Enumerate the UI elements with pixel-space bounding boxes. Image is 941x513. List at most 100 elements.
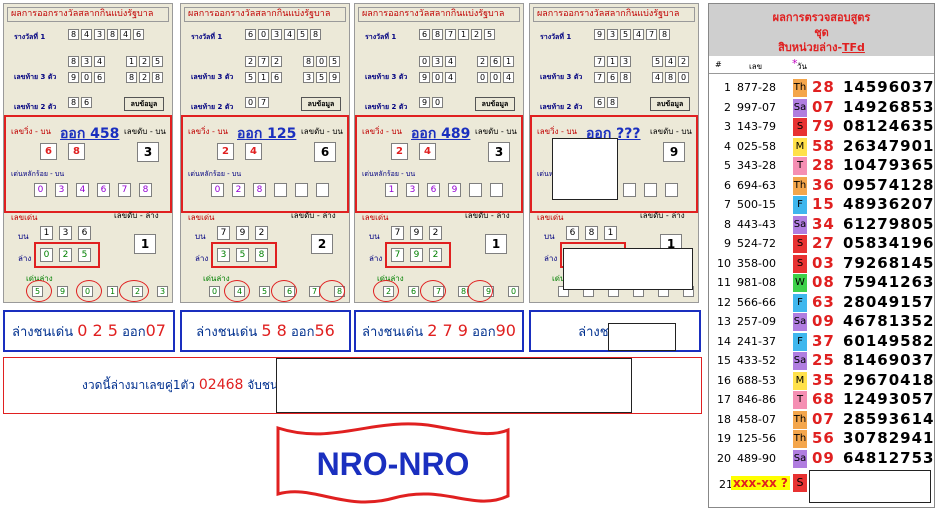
back3-digit[interactable]: 0 bbox=[477, 72, 488, 83]
first-prize-digit[interactable]: 6 bbox=[245, 29, 256, 40]
back2-digit[interactable]: 8 bbox=[607, 97, 618, 108]
lead-up-digit[interactable]: 7 bbox=[217, 226, 230, 240]
back3-digit[interactable]: 0 bbox=[316, 56, 327, 67]
run-top-digit[interactable]: 4 bbox=[419, 143, 436, 160]
sit-top-digit[interactable]: 3 bbox=[488, 142, 510, 162]
back3-digit[interactable]: 1 bbox=[126, 56, 137, 67]
sit-top-digit[interactable]: 3 bbox=[137, 142, 159, 162]
back3-digit[interactable]: 5 bbox=[652, 56, 663, 67]
run-top-digit[interactable]: 6 bbox=[40, 143, 57, 160]
hundreds-digit[interactable] bbox=[644, 183, 657, 197]
clear-data-button[interactable]: ลบข้อมูล bbox=[475, 97, 515, 111]
back3-digit[interactable]: 8 bbox=[620, 72, 631, 83]
lead-up-digit[interactable]: 7 bbox=[391, 226, 404, 240]
back3-digit[interactable]: 8 bbox=[303, 56, 314, 67]
back3-digit[interactable]: 9 bbox=[329, 72, 340, 83]
back3-digit[interactable]: 8 bbox=[126, 72, 137, 83]
lead-low2-digit[interactable]: 0 bbox=[508, 286, 519, 297]
first-prize-digit[interactable]: 7 bbox=[445, 29, 456, 40]
back3-digit[interactable]: 3 bbox=[432, 56, 443, 67]
first-prize-digit[interactable]: 3 bbox=[94, 29, 105, 40]
back3-digit[interactable]: 0 bbox=[432, 72, 443, 83]
first-prize-digit[interactable]: 1 bbox=[458, 29, 469, 40]
back3-digit[interactable]: 7 bbox=[258, 56, 269, 67]
hundreds-digit[interactable]: 2 bbox=[232, 183, 245, 197]
back3-digit[interactable]: 2 bbox=[245, 56, 256, 67]
hundreds-digit[interactable] bbox=[623, 183, 636, 197]
back3-digit[interactable]: 2 bbox=[139, 72, 150, 83]
first-prize-digit[interactable]: 5 bbox=[620, 29, 631, 40]
back2-digit[interactable]: 0 bbox=[245, 97, 256, 108]
lead-up-digit[interactable]: 8 bbox=[585, 226, 598, 240]
back3-digit[interactable]: 2 bbox=[271, 56, 282, 67]
sit-top-digit[interactable]: 6 bbox=[314, 142, 336, 162]
back3-digit[interactable]: 9 bbox=[68, 72, 79, 83]
clear-data-button[interactable]: ลบข้อมูล bbox=[650, 97, 690, 111]
back3-digit[interactable]: 4 bbox=[445, 56, 456, 67]
first-prize-digit[interactable]: 8 bbox=[68, 29, 79, 40]
back3-digit[interactable]: 1 bbox=[258, 72, 269, 83]
first-prize-digit[interactable]: 2 bbox=[471, 29, 482, 40]
back3-digit[interactable]: 0 bbox=[419, 56, 430, 67]
clear-data-button[interactable]: ลบข้อมูล bbox=[124, 97, 164, 111]
back2-digit[interactable]: 6 bbox=[81, 97, 92, 108]
first-prize-digit[interactable]: 5 bbox=[484, 29, 495, 40]
back3-digit[interactable]: 7 bbox=[594, 72, 605, 83]
first-prize-digit[interactable]: 8 bbox=[107, 29, 118, 40]
run-top-digit[interactable]: 8 bbox=[68, 143, 85, 160]
lead-up-digit[interactable]: 2 bbox=[429, 226, 442, 240]
back3-digit[interactable]: 4 bbox=[503, 72, 514, 83]
clear-data-button[interactable]: ลบข้อมูล bbox=[301, 97, 341, 111]
back3-digit[interactable]: 3 bbox=[303, 72, 314, 83]
back2-digit[interactable]: 6 bbox=[594, 97, 605, 108]
lead-up-digit[interactable]: 6 bbox=[566, 226, 579, 240]
first-prize-digit[interactable]: 8 bbox=[310, 29, 321, 40]
back3-digit[interactable]: 7 bbox=[594, 56, 605, 67]
lead-low2-digit[interactable]: 3 bbox=[157, 286, 168, 297]
back3-digit[interactable]: 4 bbox=[445, 72, 456, 83]
hundreds-digit[interactable] bbox=[316, 183, 329, 197]
sit-low-digit[interactable]: 1 bbox=[134, 234, 156, 254]
hundreds-digit[interactable]: 0 bbox=[34, 183, 47, 197]
first-prize-digit[interactable]: 8 bbox=[659, 29, 670, 40]
hundreds-digit[interactable]: 3 bbox=[406, 183, 419, 197]
hundreds-digit[interactable] bbox=[665, 183, 678, 197]
back3-digit[interactable]: 8 bbox=[68, 56, 79, 67]
back3-digit[interactable]: 0 bbox=[81, 72, 92, 83]
lead-low2-digit[interactable]: 0 bbox=[209, 286, 220, 297]
back3-digit[interactable]: 6 bbox=[490, 56, 501, 67]
hundreds-digit[interactable]: 6 bbox=[97, 183, 110, 197]
back3-digit[interactable]: 5 bbox=[152, 56, 163, 67]
back3-digit[interactable]: 9 bbox=[419, 72, 430, 83]
back3-digit[interactable]: 3 bbox=[81, 56, 92, 67]
lead-low2-digit[interactable]: 6 bbox=[408, 286, 419, 297]
back3-digit[interactable]: 5 bbox=[329, 56, 340, 67]
lead-up-digit[interactable]: 1 bbox=[604, 226, 617, 240]
lead-up-digit[interactable]: 6 bbox=[78, 226, 91, 240]
first-prize-digit[interactable]: 4 bbox=[120, 29, 131, 40]
back3-digit[interactable]: 5 bbox=[245, 72, 256, 83]
lead-low2-digit[interactable]: 5 bbox=[259, 286, 270, 297]
back3-digit[interactable]: 6 bbox=[271, 72, 282, 83]
lead-low2-digit[interactable]: 9 bbox=[57, 286, 68, 297]
hundreds-digit[interactable]: 1 bbox=[385, 183, 398, 197]
hundreds-digit[interactable] bbox=[274, 183, 287, 197]
hundreds-digit[interactable]: 7 bbox=[118, 183, 131, 197]
lead-up-digit[interactable]: 9 bbox=[410, 226, 423, 240]
sit-top-digit[interactable]: 9 bbox=[663, 142, 685, 162]
first-prize-digit[interactable]: 5 bbox=[297, 29, 308, 40]
hundreds-digit[interactable]: 3 bbox=[55, 183, 68, 197]
back3-digit[interactable]: 2 bbox=[477, 56, 488, 67]
run-top-digit[interactable]: 2 bbox=[217, 143, 234, 160]
back3-digit[interactable]: 0 bbox=[678, 72, 689, 83]
hundreds-digit[interactable]: 9 bbox=[448, 183, 461, 197]
hundreds-digit[interactable]: 4 bbox=[76, 183, 89, 197]
lead-low2-digit[interactable]: 1 bbox=[107, 286, 118, 297]
back3-digit[interactable]: 4 bbox=[652, 72, 663, 83]
back3-digit[interactable]: 4 bbox=[665, 56, 676, 67]
back3-digit[interactable]: 1 bbox=[607, 56, 618, 67]
lead-up-digit[interactable]: 9 bbox=[236, 226, 249, 240]
back3-digit[interactable]: 1 bbox=[503, 56, 514, 67]
back2-digit[interactable]: 7 bbox=[258, 97, 269, 108]
run-top-digit[interactable]: 4 bbox=[245, 143, 262, 160]
